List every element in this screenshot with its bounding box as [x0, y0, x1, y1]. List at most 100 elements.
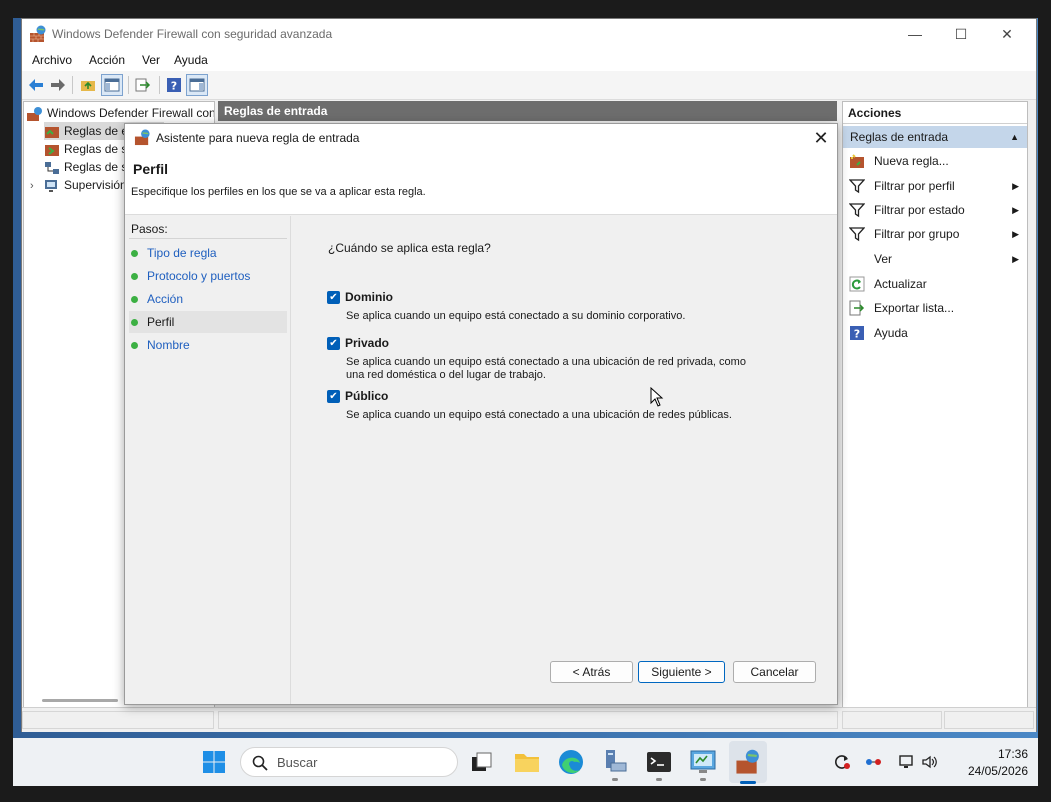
tree-root[interactable]: Windows Defender Firewall con [27, 104, 214, 122]
help-icon[interactable]: ? [163, 74, 185, 96]
action-filter-group[interactable]: Filtrar por grupo ▶ [843, 223, 1027, 245]
running-indicator [656, 778, 662, 781]
taskbar-search[interactable]: Buscar [240, 747, 458, 777]
svg-text:?: ? [171, 80, 177, 93]
action-filter-profile[interactable]: Filtrar por perfil ▶ [843, 175, 1027, 197]
menu-ver[interactable]: Ver [142, 53, 160, 67]
actions-title: Acciones [843, 102, 1027, 124]
wizard-steps-panel: Pasos: Tipo de regla Protocolo y puertos… [125, 216, 291, 704]
domain-label: Dominio [345, 290, 393, 304]
menu-ayuda[interactable]: Ayuda [174, 53, 208, 67]
firewall-icon [27, 106, 42, 121]
show-hide-actions-icon[interactable] [186, 74, 208, 96]
checkmark-icon: ✔ [329, 391, 338, 402]
windows-logo-icon [203, 751, 225, 773]
terminal-button[interactable] [645, 748, 673, 776]
new-inbound-rule-wizard: Asistente para nueva regla de entrada ✕ … [124, 123, 838, 705]
tree-horizontal-scrollbar[interactable] [42, 699, 118, 702]
status-bar [22, 707, 1036, 732]
menu-archivo[interactable]: Archivo [32, 53, 72, 67]
clock-date[interactable]: 24/05/2026 [955, 764, 1028, 778]
search-icon [252, 755, 268, 771]
step-rule-type[interactable]: Tipo de regla [129, 242, 287, 264]
step-label: Nombre [147, 338, 190, 352]
action-refresh[interactable]: Actualizar [843, 273, 1027, 295]
tree-item-label: Reglas de s [64, 160, 128, 174]
volume-icon[interactable] [921, 753, 939, 771]
network-devices-icon[interactable] [865, 753, 883, 771]
new-rule-icon [850, 154, 864, 168]
checkmark-icon: ✔ [329, 292, 338, 303]
public-checkbox[interactable]: ✔ [327, 390, 340, 403]
status-cell [218, 711, 838, 729]
private-checkbox[interactable]: ✔ [327, 337, 340, 350]
refresh-icon [849, 276, 865, 292]
wizard-close-button[interactable]: ✕ [809, 127, 833, 149]
show-hide-tree-icon[interactable] [101, 74, 123, 96]
step-action[interactable]: Acción [129, 288, 287, 310]
server-manager-icon [606, 750, 627, 772]
back-button[interactable]: < Atrás [550, 661, 633, 683]
actions-pane: Acciones Reglas de entrada ▲ Nueva regla… [842, 101, 1028, 709]
action-label: Ver [874, 252, 893, 266]
start-button[interactable] [200, 748, 228, 776]
forward-arrow-icon[interactable] [47, 74, 69, 96]
action-filter-state[interactable]: Filtrar por estado ▶ [843, 199, 1027, 221]
outbound-rules-icon [45, 144, 59, 156]
network-icon[interactable] [897, 753, 915, 771]
filter-icon [849, 179, 865, 194]
edge-button[interactable] [557, 748, 585, 776]
wizard-title-bar[interactable]: Asistente para nueva regla de entrada ✕ [125, 124, 837, 152]
domain-checkbox[interactable]: ✔ [327, 291, 340, 304]
update-icon[interactable] [833, 753, 851, 771]
control-panel-button[interactable] [689, 748, 717, 776]
collapse-icon[interactable]: ▲ [1010, 126, 1019, 148]
public-label: Público [345, 389, 389, 403]
file-explorer-button[interactable] [513, 748, 541, 776]
submenu-arrow-icon: ▶ [1012, 181, 1019, 191]
title-bar[interactable]: Windows Defender Firewall con seguridad … [22, 19, 1036, 49]
maximize-button[interactable]: ☐ [938, 19, 984, 49]
connection-security-icon [45, 161, 59, 174]
action-view[interactable]: Ver ▶ [843, 248, 1027, 270]
step-protocol-ports[interactable]: Protocolo y puertos [129, 265, 287, 287]
next-button[interactable]: Siguiente > [638, 661, 725, 683]
back-arrow-icon[interactable] [25, 74, 47, 96]
domain-description: Se aplica cuando un equipo está conectad… [346, 310, 686, 322]
step-status-dot [131, 273, 138, 280]
center-pane-header: Reglas de entrada [218, 101, 837, 121]
tree-item-outbound-rules[interactable]: Reglas de s [44, 140, 127, 158]
task-view-button[interactable] [468, 748, 496, 776]
firewall-taskbar-button[interactable] [734, 748, 762, 776]
close-button[interactable]: ✕ [984, 19, 1030, 49]
menu-accion[interactable]: Acción [89, 53, 125, 67]
export-list-icon[interactable] [132, 74, 154, 96]
up-folder-icon[interactable] [77, 74, 99, 96]
actions-section-label: Reglas de entrada [850, 130, 949, 144]
action-label: Exportar lista... [874, 301, 955, 315]
action-label: Actualizar [874, 277, 927, 291]
server-manager-button[interactable] [601, 748, 629, 776]
action-label: Filtrar por perfil [874, 179, 955, 193]
action-export[interactable]: Exportar lista... [843, 297, 1027, 319]
wizard-page-title: Perfil [133, 161, 169, 177]
minimize-button[interactable]: — [892, 19, 938, 49]
tree-item-monitoring[interactable]: › Supervisión [30, 176, 127, 194]
clock-time[interactable]: 17:36 [988, 747, 1028, 761]
inbound-rules-icon [45, 126, 59, 138]
monitoring-icon [45, 179, 57, 192]
tree-item-security-rules[interactable]: Reglas de s [44, 158, 127, 176]
filter-icon [849, 227, 865, 242]
cancel-button[interactable]: Cancelar [733, 661, 816, 683]
menu-bar: Archivo Acción Ver Ayuda [22, 49, 1036, 71]
export-icon [849, 300, 865, 316]
action-help[interactable]: ? Ayuda [843, 322, 1027, 344]
steps-divider [129, 238, 287, 239]
action-new-rule[interactable]: Nueva regla... [843, 150, 1027, 172]
actions-section-header[interactable]: Reglas de entrada ▲ [843, 126, 1027, 148]
step-name[interactable]: Nombre [129, 334, 287, 356]
step-label: Acción [147, 292, 184, 306]
search-placeholder: Buscar [277, 755, 318, 770]
status-cell [944, 711, 1034, 729]
chevron-right-icon[interactable]: › [30, 177, 44, 195]
